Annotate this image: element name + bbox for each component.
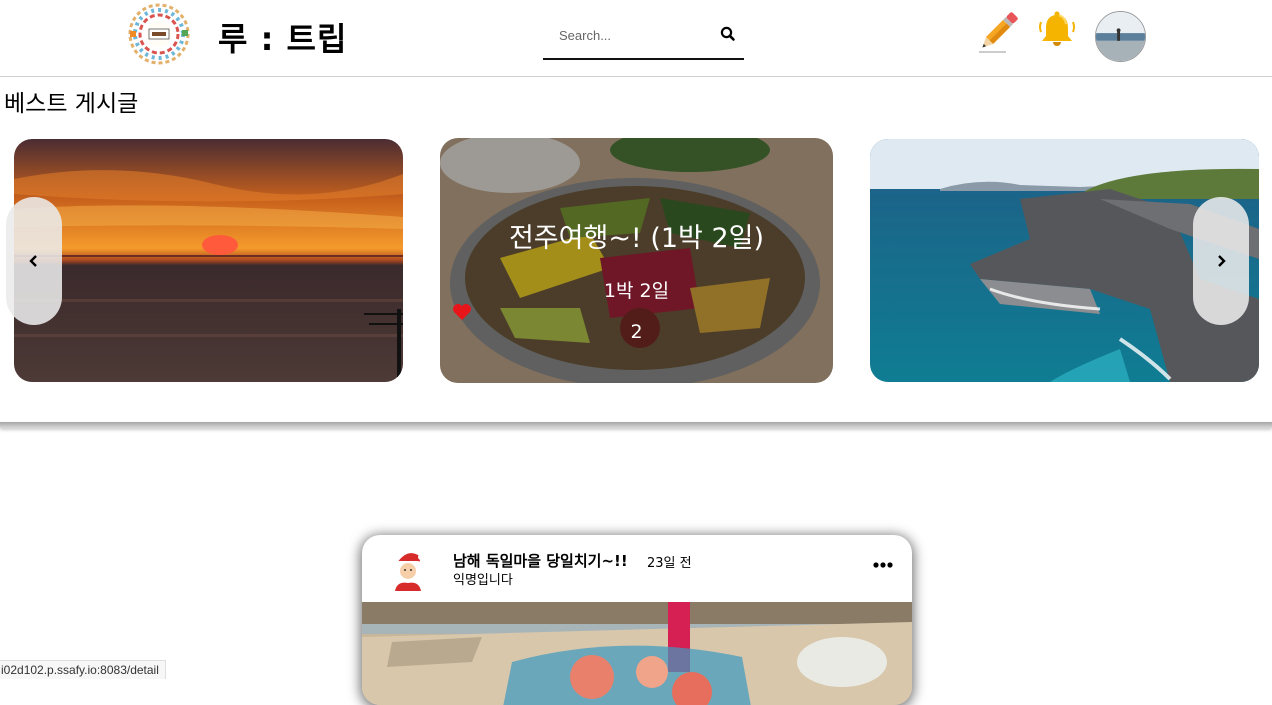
santa-avatar-icon (395, 553, 424, 591)
carousel-next-button[interactable] (1193, 197, 1249, 325)
search-input[interactable] (559, 25, 709, 45)
chevron-right-icon (1218, 255, 1226, 267)
post-image[interactable] (362, 602, 912, 705)
bell-icon[interactable] (1036, 10, 1078, 52)
sunset-image (14, 139, 403, 382)
best-post-card[interactable] (14, 139, 403, 382)
post-author: 익명입니다 (453, 573, 513, 588)
feed-post-card[interactable]: 남해 독일마을 당일치기~!! 23일 전 익명입니다 (362, 535, 912, 705)
logo-icon[interactable] (124, 2, 194, 66)
section-divider (0, 422, 1272, 428)
more-options-icon[interactable] (872, 561, 894, 569)
post-title[interactable]: 남해 독일마을 당일치기~!! (453, 550, 628, 571)
profile-avatar[interactable] (1095, 11, 1146, 62)
top-header: 루 : 트립 (0, 0, 1272, 77)
card-meta: 1박 2일 2 (440, 276, 833, 343)
card-title: 전주여행~! (1박 2일) (508, 223, 765, 254)
status-bar-url: i02d102.p.ssafy.io:8083/detail (0, 660, 166, 679)
chevron-left-icon (29, 255, 37, 267)
search-icon[interactable] (719, 25, 737, 43)
card-duration: 1박 2일 (603, 280, 670, 302)
brand-title[interactable]: 루 : 트립 (218, 14, 347, 60)
post-time: 23일 전 (647, 556, 692, 571)
card-like-count: 2 (630, 321, 643, 343)
bibimbap-image (440, 138, 833, 383)
carousel-prev-button[interactable] (6, 197, 62, 325)
pencil-icon[interactable] (976, 10, 1020, 54)
section-title-best: 베스트 게시글 (4, 91, 139, 117)
best-post-card-featured[interactable]: 전주여행~! (1박 2일) 1박 2일 2 (440, 138, 833, 383)
heart-icon[interactable] (452, 303, 472, 321)
search-bar (543, 16, 744, 60)
